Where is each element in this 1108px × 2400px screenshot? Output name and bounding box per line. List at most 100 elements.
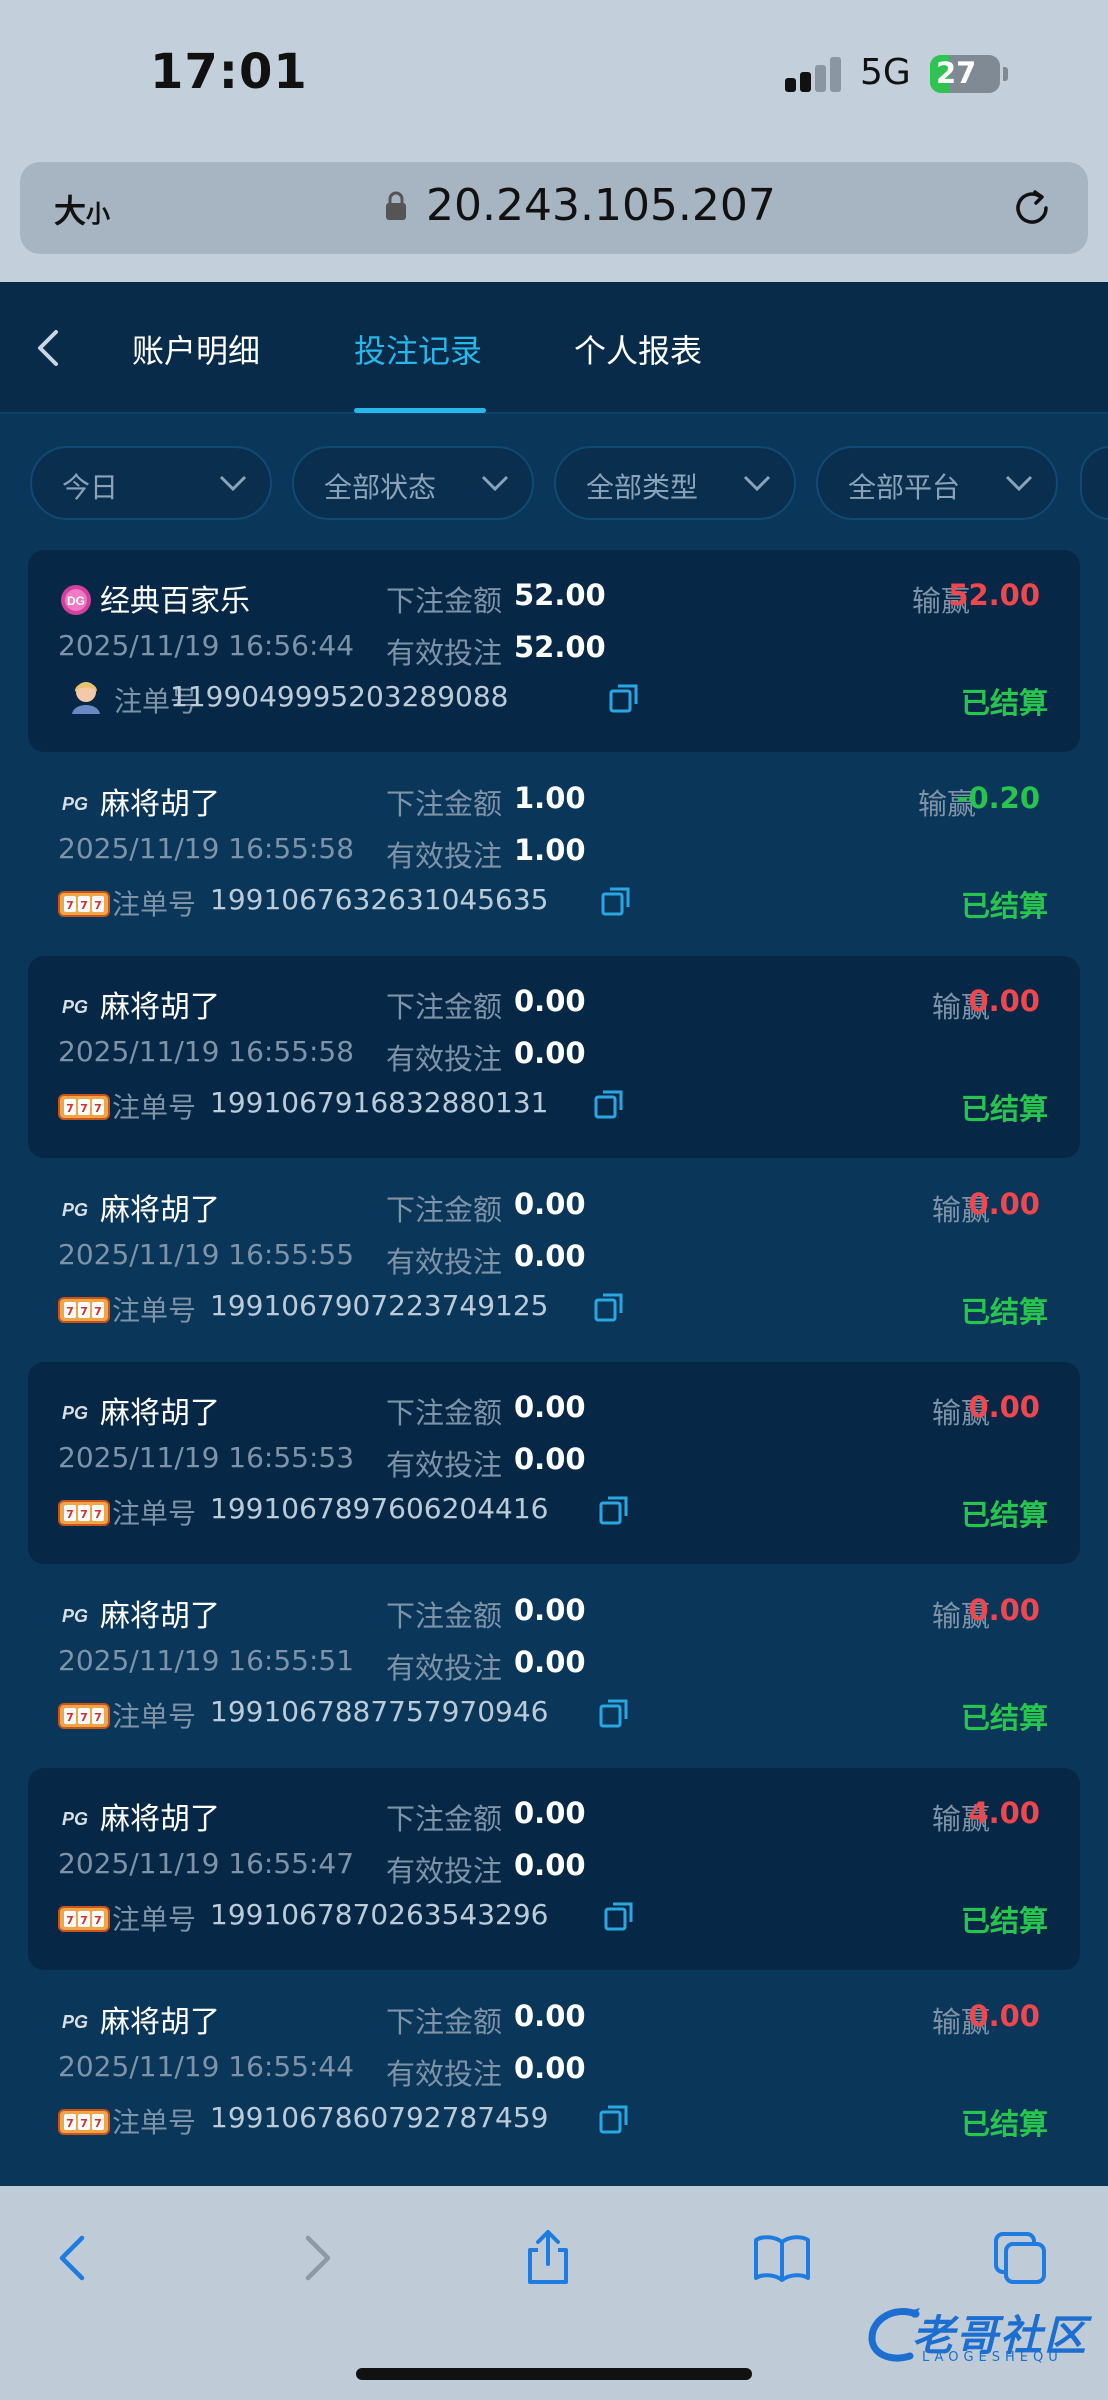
svg-text:PG: PG xyxy=(62,1809,88,1829)
order-no-label: 注单号 xyxy=(112,1903,197,1936)
bet-record-card[interactable]: PG 麻将胡了 下注金额 0.00 输赢 4.00 2025/11/19 16:55:47 有… xyxy=(28,1768,1080,1970)
filter-more[interactable] xyxy=(1080,446,1108,520)
copy-icon[interactable] xyxy=(603,1900,635,1932)
copy-icon[interactable] xyxy=(598,1494,630,1526)
tabs-icon[interactable] xyxy=(990,2228,1050,2288)
copy-icon[interactable] xyxy=(598,2103,630,2135)
svg-text:PG: PG xyxy=(62,1403,88,1423)
bookmarks-icon[interactable] xyxy=(752,2228,812,2288)
game-name: 麻将胡了 xyxy=(100,1193,220,1228)
back-arrow-icon[interactable] xyxy=(30,326,66,370)
bet-record-card[interactable]: PG 麻将胡了 下注金额 0.00 输赢 0.00 2025/11/19 16:55:44 有… xyxy=(28,1971,1080,2173)
bet-amount-label: 下注金额 xyxy=(386,1599,503,1633)
order-no-value: 1991067632631045635 xyxy=(210,883,549,916)
pg-logo-icon: PG xyxy=(62,1809,88,1829)
svg-text:7: 7 xyxy=(66,1914,74,1927)
tab-bet-records[interactable]: 投注记录 xyxy=(354,326,482,372)
svg-text:PG: PG xyxy=(62,2012,88,2032)
valid-bet-label: 有效投注 xyxy=(386,839,503,873)
filter-type[interactable]: 全部类型 xyxy=(554,446,796,520)
bet-record-card[interactable]: DG 经典百家乐 下注金额 52.00 输赢 52.00 2025/11/19 16:56:… xyxy=(28,550,1080,752)
tab-personal-report[interactable]: 个人报表 xyxy=(574,326,702,372)
bet-amount-value: 0.00 xyxy=(514,984,586,1018)
bet-time: 2025/11/19 16:55:55 xyxy=(58,1238,355,1271)
battery-icon: 27 xyxy=(930,55,1000,93)
bet-record-card[interactable]: PG 麻将胡了 下注金额 0.00 输赢 0.00 2025/11/19 16:55:58 有… xyxy=(28,956,1080,1158)
settled-status: 已结算 xyxy=(960,1092,1048,1126)
bet-amount-value: 1.00 xyxy=(514,781,586,815)
filter-platform[interactable]: 全部平台 xyxy=(816,446,1058,520)
pg-logo-icon: PG xyxy=(62,1403,88,1423)
lock-icon xyxy=(386,191,406,220)
bet-amount-label: 下注金额 xyxy=(386,2005,503,2039)
svg-text:7: 7 xyxy=(94,1102,102,1115)
game-name: 麻将胡了 xyxy=(100,2005,220,2040)
slot-machine-icon: 777 xyxy=(58,891,110,917)
bet-time: 2025/11/19 16:55:58 xyxy=(58,832,355,865)
svg-text:7: 7 xyxy=(80,1508,88,1521)
win-loss-value: 0.00 xyxy=(968,1390,1040,1424)
dg-logo-icon: DG xyxy=(61,585,91,615)
slot-machine-icon: 777 xyxy=(58,1094,110,1120)
game-name: 麻将胡了 xyxy=(100,1599,220,1634)
app-header: 账户明细 投注记录 个人报表 xyxy=(0,282,1108,414)
svg-text:7: 7 xyxy=(80,1711,88,1724)
game-name: 麻将胡了 xyxy=(100,1802,220,1837)
order-no-label: 注单号 xyxy=(112,1294,197,1327)
valid-bet-value: 0.00 xyxy=(514,1645,586,1679)
bet-amount-value: 0.00 xyxy=(514,1187,586,1221)
bet-amount-value: 0.00 xyxy=(514,1593,586,1627)
svg-text:DG: DG xyxy=(67,594,85,608)
text-size-big: 大 xyxy=(54,192,87,230)
bet-record-card[interactable]: PG 麻将胡了 下注金额 0.00 输赢 0.00 2025/11/19 16:55:51 有… xyxy=(28,1565,1080,1767)
win-loss-value: 4.00 xyxy=(968,1796,1040,1830)
copy-icon[interactable] xyxy=(600,885,632,917)
watermark-subtext: LAOGESHEQU xyxy=(922,2350,1063,2365)
reload-icon[interactable] xyxy=(1010,186,1054,230)
svg-text:PG: PG xyxy=(62,1200,88,1220)
address-bar[interactable]: 大小 20.243.105.207 xyxy=(20,162,1088,254)
active-tab-indicator xyxy=(354,408,486,413)
win-loss-value: 0.00 xyxy=(968,1999,1040,2033)
svg-text:PG: PG xyxy=(62,794,88,814)
svg-text:7: 7 xyxy=(66,1711,74,1724)
svg-text:7: 7 xyxy=(94,1305,102,1318)
bet-amount-label: 下注金额 xyxy=(386,1802,503,1836)
valid-bet-value: 0.00 xyxy=(514,1239,586,1273)
filter-date[interactable]: 今日 xyxy=(30,446,272,520)
dealer-avatar-icon xyxy=(72,682,100,714)
svg-text:7: 7 xyxy=(94,2117,102,2130)
bet-amount-value: 0.00 xyxy=(514,1796,586,1830)
share-icon[interactable] xyxy=(518,2228,578,2288)
valid-bet-value: 0.00 xyxy=(514,2051,586,2085)
svg-text:7: 7 xyxy=(80,1914,88,1927)
svg-text:PG: PG xyxy=(62,1606,88,1626)
browser-forward-icon[interactable] xyxy=(286,2228,346,2288)
game-name: 经典百家乐 xyxy=(100,584,250,619)
filter-type-label: 全部类型 xyxy=(586,471,699,504)
pg-logo-icon: PG xyxy=(62,2012,88,2032)
bet-record-card[interactable]: PG 麻将胡了 下注金额 0.00 输赢 0.00 2025/11/19 16:55:55 有… xyxy=(28,1159,1080,1361)
url-text[interactable]: 20.243.105.207 xyxy=(426,180,776,231)
text-size-button[interactable]: 大小 xyxy=(54,186,110,232)
pg-logo-icon: PG xyxy=(62,997,88,1017)
tab-account-details[interactable]: 账户明细 xyxy=(132,326,260,372)
settled-status: 已结算 xyxy=(960,889,1048,923)
copy-icon[interactable] xyxy=(593,1088,625,1120)
filter-status[interactable]: 全部状态 xyxy=(292,446,534,520)
copy-icon[interactable] xyxy=(608,682,640,714)
win-loss-value: 0.00 xyxy=(968,1593,1040,1627)
copy-icon[interactable] xyxy=(598,1697,630,1729)
valid-bet-label: 有效投注 xyxy=(386,636,503,670)
pg-logo-icon: PG xyxy=(62,794,88,814)
browser-back-icon[interactable] xyxy=(44,2228,104,2288)
svg-text:7: 7 xyxy=(66,1305,74,1318)
slot-machine-icon: 777 xyxy=(58,1500,110,1526)
pg-logo-icon: PG xyxy=(62,1606,88,1626)
bet-record-card[interactable]: PG 麻将胡了 下注金额 1.00 输赢 -0.20 2025/11/19 16:55:58… xyxy=(28,753,1080,955)
copy-icon[interactable] xyxy=(593,1291,625,1323)
svg-text:7: 7 xyxy=(80,1102,88,1115)
order-no-label: 注单号 xyxy=(112,1091,197,1124)
bet-record-card[interactable]: PG 麻将胡了 下注金额 0.00 输赢 0.00 2025/11/19 16:55:53 有… xyxy=(28,1362,1080,1564)
settled-status: 已结算 xyxy=(960,1904,1048,1938)
